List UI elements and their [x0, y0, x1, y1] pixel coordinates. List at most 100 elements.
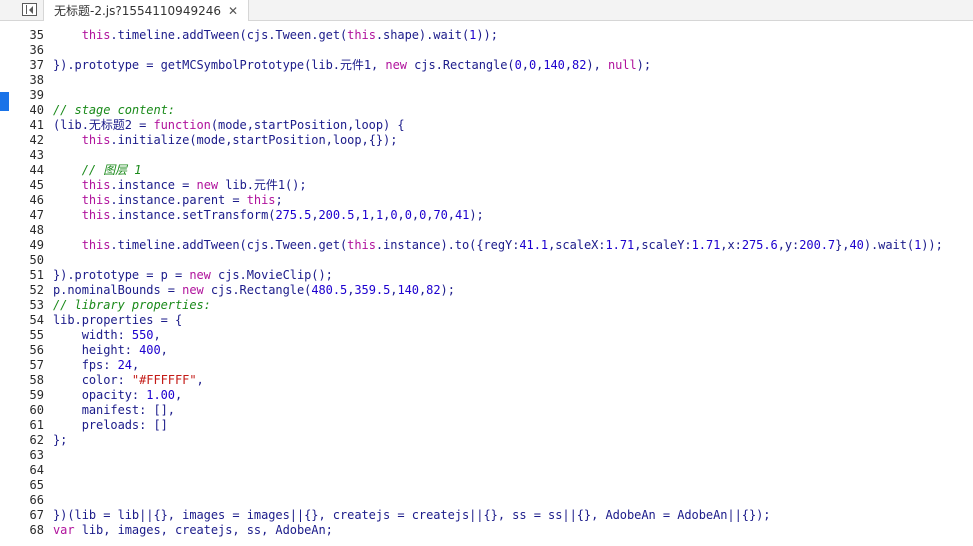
code-line[interactable]: 41 (lib.无标题2 = function(mode,startPositio… — [0, 118, 973, 133]
code-text: var lib, images, createjs, ss, AdobeAn; — [53, 523, 333, 538]
line-number: 53 — [29, 298, 44, 312]
code-line[interactable]: 39 — [0, 88, 973, 103]
code-token: .timeline.addTween(cjs.Tween.get( — [110, 238, 348, 252]
code-line[interactable]: 52 p.nominalBounds = new cjs.Rectangle(48… — [0, 283, 973, 298]
code-token: .instance = — [110, 178, 197, 192]
code-line[interactable]: 46 this.instance.parent = this; — [0, 193, 973, 208]
code-token: ,scaleY: — [634, 238, 692, 252]
code-token: ,x: — [720, 238, 742, 252]
code-token: this — [81, 133, 111, 147]
code-text: this.timeline.addTween(cjs.Tween.get(thi… — [53, 238, 943, 253]
file-tab-label: 无标题-2.js?1554110949246 — [54, 4, 221, 18]
code-token: new — [385, 58, 407, 72]
code-text: lib.properties = { — [53, 313, 182, 328]
line-number: 36 — [29, 43, 44, 57]
code-token: this — [81, 208, 111, 222]
code-token: ); — [440, 283, 455, 297]
code-line[interactable]: 51}).prototype = p = new cjs.MovieClip()… — [0, 268, 973, 283]
code-line[interactable]: 58 color: "#FFFFFF", — [0, 373, 973, 388]
code-text: p.nominalBounds = new cjs.Rectangle(480.… — [53, 283, 455, 298]
code-line[interactable]: 66 — [0, 493, 973, 508]
code-token: 359.5 — [354, 283, 391, 297]
code-line[interactable]: 62}; — [0, 433, 973, 448]
line-number: 63 — [29, 448, 44, 462]
code-token: // stage content: — [53, 103, 175, 117]
close-icon[interactable]: ✕ — [228, 4, 238, 18]
code-text: width: 550, — [53, 328, 161, 343]
code-line[interactable]: 48 — [0, 223, 973, 238]
sidebar-toggle-icon[interactable] — [22, 3, 37, 16]
line-number: 55 — [29, 328, 44, 342]
line-number: 65 — [29, 478, 44, 492]
code-line[interactable]: 40 // stage content: — [0, 103, 973, 118]
code-token: , — [354, 208, 362, 222]
code-token: this — [81, 28, 111, 42]
code-line[interactable]: 44 // 图层 1 — [0, 163, 973, 178]
code-token: , — [521, 58, 529, 72]
code-token: lib.元件1(); — [218, 178, 307, 192]
code-token: (mode,startPosition,loop) { — [210, 118, 405, 132]
code-line[interactable]: 57 fps: 24, — [0, 358, 973, 373]
code-token: new — [182, 283, 204, 297]
code-line[interactable]: 67})(lib = lib||{}, images = images||{},… — [0, 508, 973, 523]
line-number: 40 — [29, 103, 44, 117]
code-line[interactable]: 45 this.instance = new lib.元件1(); — [0, 178, 973, 193]
code-line[interactable]: 36 — [0, 43, 973, 58]
code-token: 1.00 — [146, 388, 175, 402]
code-token: , — [447, 208, 455, 222]
file-tab[interactable]: 无标题-2.js?1554110949246 ✕ — [43, 0, 250, 21]
code-line[interactable]: 56 height: 400, — [0, 343, 973, 358]
line-number: 39 — [29, 88, 44, 102]
code-token: }).prototype = p = — [53, 268, 190, 282]
code-line[interactable]: 53 // library properties: — [0, 298, 973, 313]
code-token: ,scaleX: — [548, 238, 606, 252]
code-line[interactable]: 59 opacity: 1.00, — [0, 388, 973, 403]
code-token: // library properties: — [53, 298, 211, 312]
code-line[interactable]: 54 lib.properties = { — [0, 313, 973, 328]
code-line[interactable]: 37}).prototype = getMCSymbolPrototype(li… — [0, 58, 973, 73]
code-token: , — [131, 358, 140, 372]
code-token: 275.6 — [741, 238, 778, 252]
line-number: 58 — [29, 373, 44, 387]
code-token: .instance).to({regY: — [375, 238, 520, 252]
code-text: height: 400, — [53, 343, 168, 358]
line-number: 68 — [29, 523, 44, 537]
line-number: 41 — [29, 118, 44, 132]
code-token: .timeline.addTween(cjs.Tween.get( — [110, 28, 348, 42]
code-line[interactable]: 61 preloads: [] — [0, 418, 973, 433]
code-token: // 图层 1 — [81, 163, 142, 177]
code-line[interactable]: 42 this.initialize(mode,startPosition,lo… — [0, 133, 973, 148]
code-token: 275.5 — [275, 208, 312, 222]
code-token: )); — [921, 238, 943, 252]
code-line[interactable]: 68 var lib, images, createjs, ss, AdobeAn… — [0, 523, 973, 538]
code-token: , — [564, 58, 573, 72]
line-number: 38 — [29, 73, 44, 87]
code-token: cjs.MovieClip(); — [210, 268, 333, 282]
code-line[interactable]: 35 this.timeline.addTween(cjs.Tween.get(… — [0, 28, 973, 43]
code-token: null — [607, 58, 637, 72]
code-line[interactable]: 50 — [0, 253, 973, 268]
code-token: "#FFFFFF" — [131, 373, 197, 387]
code-line[interactable]: 49 this.timeline.addTween(cjs.Tween.get(… — [0, 238, 973, 253]
code-token: 0 — [404, 208, 412, 222]
code-line[interactable]: 38 — [0, 73, 973, 88]
code-text: this.instance.parent = this; — [53, 193, 283, 208]
tab-bar: 无标题-2.js?1554110949246 ✕ — [0, 0, 973, 21]
code-line[interactable]: 55 width: 550, — [0, 328, 973, 343]
code-line[interactable]: 64 — [0, 463, 973, 478]
code-line[interactable]: 63 — [0, 448, 973, 463]
code-line[interactable]: 47 this.instance.setTransform(275.5,200.… — [0, 208, 973, 223]
code-token: 400 — [139, 343, 161, 357]
code-line[interactable]: 60 manifest: [], — [0, 403, 973, 418]
code-line[interactable]: 43 — [0, 148, 973, 163]
code-line[interactable]: 65 — [0, 478, 973, 493]
code-token: , — [174, 388, 183, 402]
code-editor[interactable]: 35 this.timeline.addTween(cjs.Tween.get(… — [0, 22, 973, 546]
line-number: 45 — [29, 178, 44, 192]
code-token: 1 — [361, 208, 369, 222]
code-token: this — [81, 238, 111, 252]
code-token: ); — [469, 208, 484, 222]
code-token: 70 — [433, 208, 448, 222]
line-number: 50 — [29, 253, 44, 267]
